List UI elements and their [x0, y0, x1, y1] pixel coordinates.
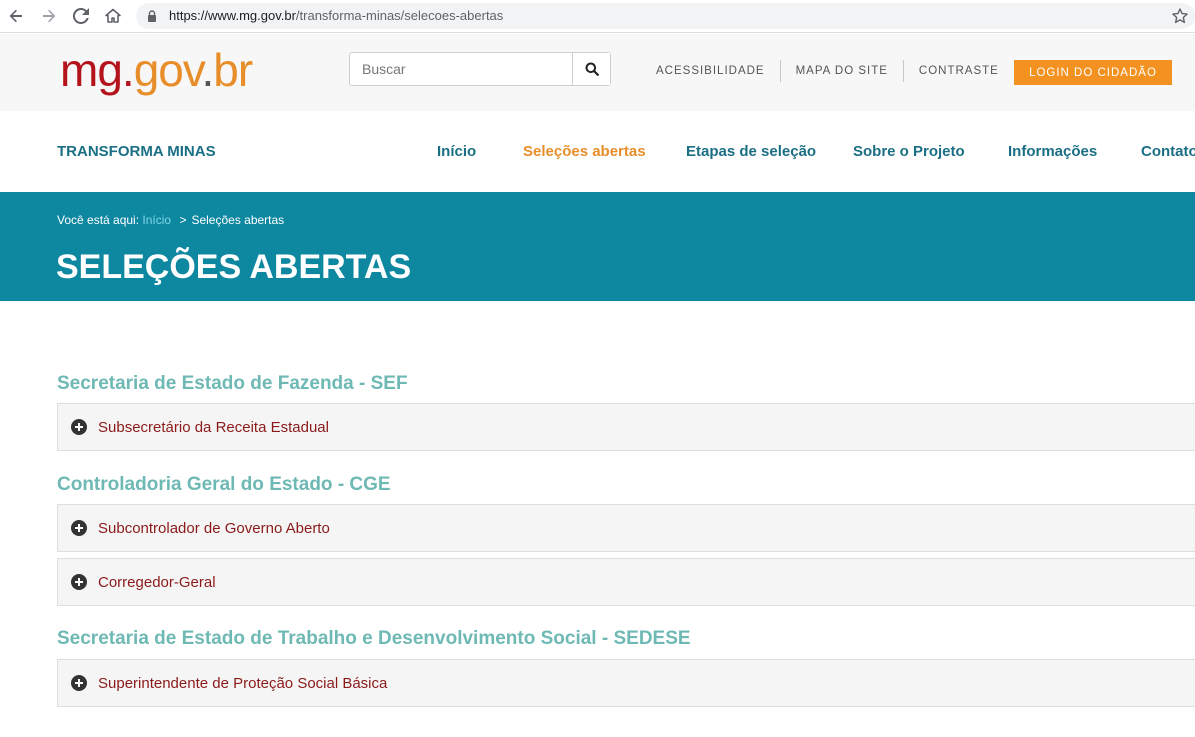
page-banner: Você está aqui: Início > Seleções abertas… — [0, 192, 1195, 301]
accordion-item-label: Superintendente de Proteção Social Básic… — [98, 674, 388, 692]
search-button[interactable] — [572, 53, 610, 85]
sitemap-link[interactable]: MAPA DO SITE — [781, 60, 904, 82]
plus-circle-icon — [71, 574, 87, 590]
accordion-item[interactable]: Subsecretário da Receita Estadual — [57, 403, 1195, 451]
site-header: mg.gov.br ACESSIBILIDADE MAPA DO SITE CO… — [0, 34, 1195, 111]
back-icon[interactable] — [5, 5, 27, 27]
plus-circle-icon — [71, 675, 87, 691]
nav-item-inicio[interactable]: Início — [437, 143, 476, 160]
plus-circle-icon — [71, 520, 87, 536]
contrast-link[interactable]: CONTRASTE — [904, 60, 1015, 82]
nav-item-sobre[interactable]: Sobre o Projeto — [853, 143, 965, 160]
section-title-cge: Controladoria Geral do Estado - CGE — [57, 474, 391, 495]
section-title-sedese: Secretaria de Estado de Trabalho e Desen… — [57, 628, 691, 649]
lock-icon — [148, 10, 156, 22]
accordion-item[interactable]: Corregedor-Geral — [57, 558, 1195, 606]
page-title: SELEÇÕES ABERTAS — [56, 248, 412, 286]
breadcrumb: Você está aqui: Início > Seleções abertas — [57, 213, 284, 227]
search-icon — [585, 62, 599, 76]
accordion-item-label: Corregedor-Geral — [98, 573, 216, 591]
main-navigation: TRANSFORMA MINAS Início Seleções abertas… — [0, 111, 1195, 192]
accordion-item[interactable]: Superintendente de Proteção Social Básic… — [57, 659, 1195, 707]
utility-links: ACESSIBILIDADE MAPA DO SITE CONTRASTE — [641, 60, 1015, 82]
accordion-item-label: Subsecretário da Receita Estadual — [98, 418, 329, 436]
nav-item-contato[interactable]: Contato — [1141, 143, 1195, 160]
url-text: https://www.mg.gov.br/transforma-minas/s… — [169, 8, 504, 23]
plus-circle-icon — [71, 419, 87, 435]
breadcrumb-home-link[interactable]: Início — [142, 213, 171, 227]
address-bar[interactable]: https://www.mg.gov.br/transforma-minas/s… — [136, 3, 1195, 29]
accordion-item[interactable]: Subcontrolador de Governo Aberto — [57, 504, 1195, 552]
section-title-sef: Secretaria de Estado de Fazenda - SEF — [57, 373, 408, 394]
forward-icon[interactable] — [38, 5, 60, 27]
browser-toolbar: https://www.mg.gov.br/transforma-minas/s… — [0, 0, 1195, 33]
site-brand[interactable]: TRANSFORMA MINAS — [57, 143, 216, 160]
search-input[interactable] — [350, 53, 572, 85]
nav-item-informacoes[interactable]: Informações — [1008, 143, 1097, 160]
mg-gov-logo[interactable]: mg.gov.br — [60, 42, 253, 98]
search-box — [349, 52, 611, 86]
breadcrumb-separator: > — [179, 213, 187, 227]
bookmark-star-icon[interactable] — [1171, 7, 1189, 25]
breadcrumb-current: Seleções abertas — [191, 213, 285, 227]
reload-icon[interactable] — [70, 5, 92, 27]
citizen-login-button[interactable]: LOGIN DO CIDADÃO — [1014, 60, 1172, 85]
nav-item-selecoes-abertas[interactable]: Seleções abertas — [523, 143, 646, 160]
nav-item-etapas[interactable]: Etapas de seleção — [686, 143, 816, 160]
breadcrumb-prefix: Você está aqui: — [57, 213, 140, 227]
accessibility-link[interactable]: ACESSIBILIDADE — [641, 60, 781, 82]
home-icon[interactable] — [102, 5, 124, 27]
accordion-item-label: Subcontrolador de Governo Aberto — [98, 519, 330, 537]
